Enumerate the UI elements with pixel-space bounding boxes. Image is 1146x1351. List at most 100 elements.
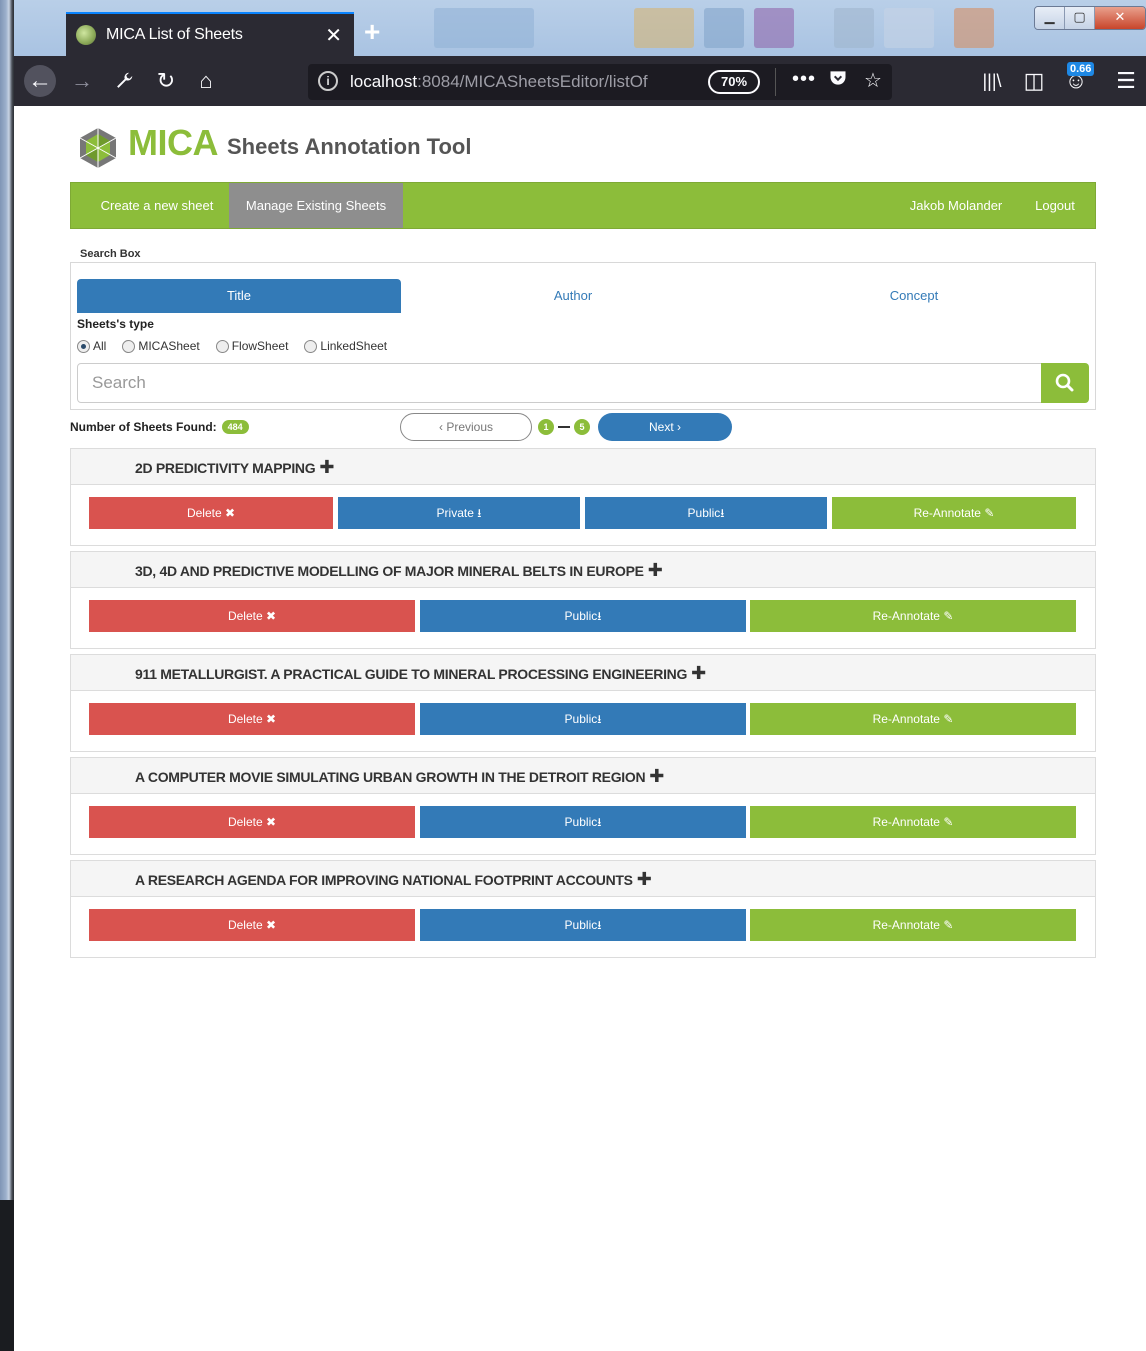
radio-flowsheet[interactable]: FlowSheet	[215, 339, 288, 353]
minimize-icon[interactable]: ▁	[1035, 7, 1065, 29]
private-button[interactable]: Private ⭳	[338, 497, 580, 529]
page-content: MICA Sheets Annotation Tool Create a new…	[14, 106, 1146, 1351]
page-range: 1 5	[538, 419, 590, 435]
re-annotate-button[interactable]: Re-Annotate ✎	[750, 600, 1076, 632]
extension-badge: 0.66	[1067, 62, 1095, 76]
tab-title-search[interactable]: Title	[77, 279, 401, 313]
download-icon: ⭳	[597, 815, 602, 829]
info-icon[interactable]: i	[318, 71, 338, 91]
sheet-title-row[interactable]: A COMPUTER MOVIE SIMULATING URBAN GROWTH…	[71, 758, 1095, 794]
public-button[interactable]: Public⭳	[420, 806, 746, 838]
delete-button[interactable]: Delete ✖	[89, 806, 415, 838]
search-panel: Title Author Concept Sheets's type All M…	[70, 262, 1096, 410]
download-icon: ⭳	[720, 506, 725, 520]
public-button[interactable]: Public⭳	[585, 497, 827, 529]
library-icon[interactable]: |||\	[976, 65, 1008, 97]
window-controls: ▁ ▢ ✕	[1034, 6, 1146, 30]
window-close-icon[interactable]: ✕	[1095, 7, 1145, 29]
more-actions-icon[interactable]: •••	[792, 68, 816, 91]
download-icon: ⭳	[597, 918, 602, 932]
re-annotate-button[interactable]: Re-Annotate ✎	[832, 497, 1076, 529]
browser-tab-active[interactable]: MICA List of Sheets ✕	[66, 12, 354, 56]
close-tab-icon[interactable]: ✕	[325, 23, 342, 48]
radio-all[interactable]: All	[77, 339, 106, 353]
sheets-found: Number of Sheets Found: 484	[70, 420, 249, 434]
search-input[interactable]	[77, 363, 1043, 403]
browser-tab-bar: MICA List of Sheets ✕ + ▁ ▢ ✕	[14, 0, 1146, 56]
search-button[interactable]	[1041, 363, 1089, 403]
edit-icon: ✎	[943, 918, 954, 932]
public-button[interactable]: Public⭳	[420, 703, 746, 735]
search-icon	[1055, 373, 1074, 392]
sheet-title: A RESEARCH AGENDA FOR IMPROVING NATIONAL…	[135, 872, 633, 888]
re-annotate-button[interactable]: Re-Annotate ✎	[750, 909, 1076, 941]
delete-x-icon: ✖	[265, 712, 277, 726]
expand-plus-icon[interactable]: ✚	[648, 560, 663, 580]
window-frame-left	[0, 0, 14, 1351]
edit-icon: ✎	[984, 506, 995, 520]
home-icon[interactable]: ⌂	[190, 65, 222, 97]
sheet-type-radios: All MICASheet FlowSheet LinkedSheet	[77, 339, 403, 353]
user-name-link[interactable]: Jakob Molander	[901, 183, 1011, 228]
sheet-title: 911 METALLURGIST. A PRACTICAL GUIDE TO M…	[135, 666, 688, 682]
url-text[interactable]: localhost:8084/MICASheetsEditor/listOf	[350, 72, 670, 92]
delete-x-icon: ✖	[265, 918, 277, 932]
page-start-badge[interactable]: 1	[538, 419, 554, 435]
main-menu-bar: Create a new sheet Manage Existing Sheet…	[70, 182, 1096, 229]
brand-name: MICA	[128, 122, 219, 163]
tab-concept-search[interactable]: Concept	[879, 279, 949, 313]
sheet-title-row[interactable]: 3D, 4D AND PREDICTIVE MODELLING OF MAJOR…	[71, 552, 1095, 588]
new-tab-icon[interactable]: +	[364, 16, 380, 48]
browser-nav-bar: ← → ↻ ⌂ i localhost:8084/MICASheetsEdito…	[14, 56, 1146, 106]
next-page-button[interactable]: Next ›	[598, 413, 732, 441]
page-end-badge[interactable]: 5	[574, 419, 590, 435]
sheet-item: 2D PREDICTIVITY MAPPING ✚ Delete ✖ Privat…	[70, 448, 1096, 546]
expand-plus-icon[interactable]: ✚	[691, 663, 706, 683]
create-sheet-link[interactable]: Create a new sheet	[85, 183, 229, 228]
maximize-icon[interactable]: ▢	[1065, 7, 1095, 29]
sheet-type-label: Sheets's type	[77, 317, 154, 331]
pocket-icon[interactable]	[828, 68, 848, 94]
logout-link[interactable]: Logout	[1029, 183, 1081, 228]
re-annotate-button[interactable]: Re-Annotate ✎	[750, 806, 1076, 838]
public-button[interactable]: Public⭳	[420, 600, 746, 632]
edit-icon: ✎	[943, 815, 954, 829]
previous-page-button[interactable]: ‹ Previous	[400, 413, 532, 441]
menu-hamburger-icon[interactable]: ☰	[1110, 65, 1142, 97]
bookmark-star-icon[interactable]: ☆	[864, 68, 882, 93]
sidebar-icon[interactable]: ◫	[1018, 65, 1050, 97]
sheet-title-row[interactable]: A RESEARCH AGENDA FOR IMPROVING NATIONAL…	[71, 861, 1095, 897]
delete-x-icon: ✖	[265, 609, 277, 623]
delete-button[interactable]: Delete ✖	[89, 600, 415, 632]
url-bar[interactable]: i localhost:8084/MICASheetsEditor/listOf…	[308, 64, 892, 100]
delete-button[interactable]: Delete ✖	[89, 909, 415, 941]
download-icon: ⭳	[597, 712, 602, 726]
edit-icon: ✎	[943, 609, 954, 623]
public-button[interactable]: Public⭳	[420, 909, 746, 941]
edit-icon: ✎	[943, 712, 954, 726]
sheet-title: 3D, 4D AND PREDICTIVE MODELLING OF MAJOR…	[135, 563, 644, 579]
sheet-title-row[interactable]: 911 METALLURGIST. A PRACTICAL GUIDE TO M…	[71, 655, 1095, 691]
sheet-item: A RESEARCH AGENDA FOR IMPROVING NATIONAL…	[70, 860, 1096, 958]
manage-sheets-link[interactable]: Manage Existing Sheets	[229, 183, 403, 228]
expand-plus-icon[interactable]: ✚	[319, 457, 334, 477]
radio-linkedsheet[interactable]: LinkedSheet	[304, 339, 387, 353]
forward-arrow-icon[interactable]: →	[66, 65, 98, 97]
tab-title: MICA List of Sheets	[106, 26, 243, 43]
tab-author-search[interactable]: Author	[543, 279, 603, 313]
wrench-icon[interactable]	[108, 65, 140, 97]
sheet-list: 2D PREDICTIVITY MAPPING ✚ Delete ✖ Privat…	[70, 448, 1096, 963]
expand-plus-icon[interactable]: ✚	[637, 869, 652, 889]
reload-icon[interactable]: ↻	[150, 65, 182, 97]
delete-x-icon: ✖	[224, 506, 236, 520]
radio-micasheet[interactable]: MICASheet	[122, 339, 200, 353]
sheet-item: 911 METALLURGIST. A PRACTICAL GUIDE TO M…	[70, 654, 1096, 752]
delete-button[interactable]: Delete ✖	[89, 497, 333, 529]
back-arrow-icon[interactable]: ←	[24, 65, 56, 97]
zoom-level[interactable]: 70%	[708, 70, 760, 94]
delete-button[interactable]: Delete ✖	[89, 703, 415, 735]
sheet-item: 3D, 4D AND PREDICTIVE MODELLING OF MAJOR…	[70, 551, 1096, 649]
sheet-title-row[interactable]: 2D PREDICTIVITY MAPPING ✚	[71, 449, 1095, 485]
expand-plus-icon[interactable]: ✚	[649, 766, 664, 786]
re-annotate-button[interactable]: Re-Annotate ✎	[750, 703, 1076, 735]
